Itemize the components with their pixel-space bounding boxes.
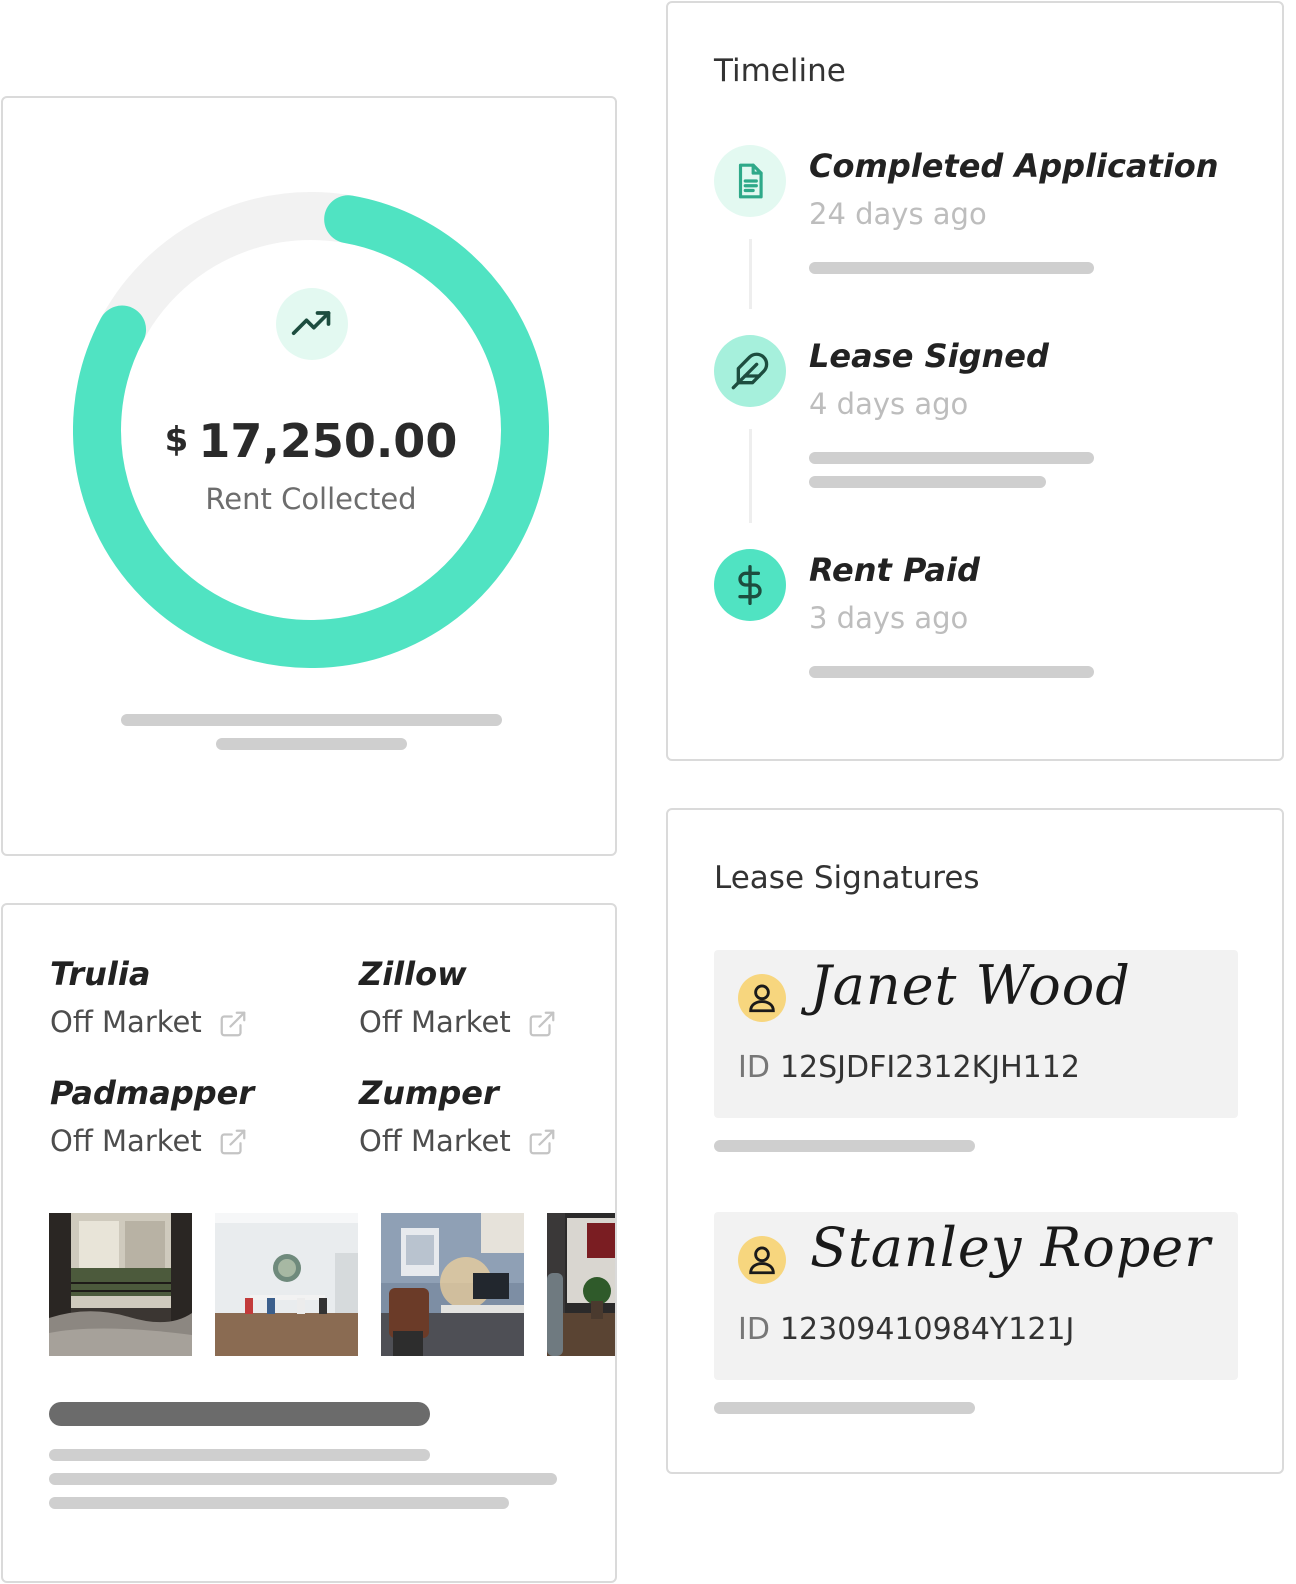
listing-site-name: Zumper [359, 1074, 499, 1112]
signature-entry: Stanley Roper ID 12309410984Y121J [714, 1212, 1238, 1380]
timeline-title: Timeline [714, 53, 846, 89]
timeline-event-title: Completed Application [809, 147, 1219, 185]
timeline-event-title: Lease Signed [809, 337, 1049, 375]
id-prefix: ID [738, 1312, 770, 1347]
placeholder-bar [121, 714, 502, 726]
signature-id-value: 12309410984Y121J [779, 1312, 1075, 1347]
signature-id: ID 12309410984Y121J [738, 1312, 1074, 1347]
placeholder-bar-dark [49, 1402, 430, 1426]
timeline-event-title: Rent Paid [809, 551, 980, 589]
timeline-event-time: 4 days ago [809, 387, 969, 421]
placeholder-bar [49, 1497, 509, 1509]
placeholder-bar [809, 452, 1094, 464]
dining-room-photo[interactable] [215, 1213, 358, 1356]
signature-id-value: 12SJDFI2312KJH112 [779, 1050, 1080, 1085]
listing-site-name: Zillow [359, 955, 467, 993]
signature-entry: Janet Wood ID 12SJDFI2312KJH112 [714, 950, 1238, 1118]
listing-site-status: Off Market [50, 1005, 202, 1039]
dollar-icon [714, 549, 786, 621]
person-icon [738, 974, 786, 1022]
timeline-event-time: 3 days ago [809, 601, 969, 635]
placeholder-bar [809, 666, 1094, 678]
placeholder-bar [714, 1140, 975, 1152]
bedroom-window-photo[interactable] [49, 1213, 192, 1356]
placeholder-bar [809, 262, 1094, 274]
placeholder-bar [714, 1402, 975, 1414]
placeholder-bar [216, 738, 407, 750]
rent-label: Rent Collected [205, 482, 417, 516]
listing-site-name: Trulia [50, 955, 151, 993]
rent-amount: $17,250.00 [3, 414, 619, 468]
listing-site-status: Off Market [50, 1124, 202, 1158]
person-icon [738, 1236, 786, 1284]
signature-name: Janet Wood [810, 954, 1131, 1017]
external-link-icon[interactable] [527, 1009, 557, 1039]
listing-site-status: Off Market [359, 1005, 511, 1039]
external-link-icon[interactable] [218, 1009, 248, 1039]
timeline-connector [749, 429, 752, 523]
timeline-connector [749, 239, 752, 309]
timeline-event-time: 24 days ago [809, 197, 987, 231]
currency-symbol: $ [164, 420, 189, 460]
id-prefix: ID [738, 1050, 770, 1085]
placeholder-bar [49, 1473, 557, 1485]
external-link-icon[interactable] [218, 1127, 248, 1157]
trending-up-icon [276, 288, 348, 360]
rent-amount-value: 17,250.00 [198, 414, 458, 468]
lease-signatures-title: Lease Signatures [714, 860, 980, 896]
external-link-icon[interactable] [527, 1127, 557, 1157]
listing-site-name: Padmapper [50, 1074, 255, 1112]
document-icon [714, 145, 786, 217]
timeline-card: Timeline Completed Application 24 days a… [666, 1, 1284, 761]
home-office-photo[interactable] [381, 1213, 524, 1356]
placeholder-bar [809, 476, 1046, 488]
rent-collected-card: $17,250.00 Rent Collected [1, 96, 617, 856]
listing-site-status: Off Market [359, 1124, 511, 1158]
listings-card: Trulia Off Market Zillow Off Market Padm… [1, 903, 617, 1583]
lease-signatures-card: Lease Signatures Janet Wood ID 12SJDFI231… [666, 808, 1284, 1474]
signature-id: ID 12SJDFI2312KJH112 [738, 1050, 1080, 1085]
feather-icon [714, 335, 786, 407]
placeholder-bar [49, 1449, 430, 1461]
living-room-photo[interactable] [547, 1213, 615, 1356]
signature-name: Stanley Roper [810, 1216, 1212, 1279]
